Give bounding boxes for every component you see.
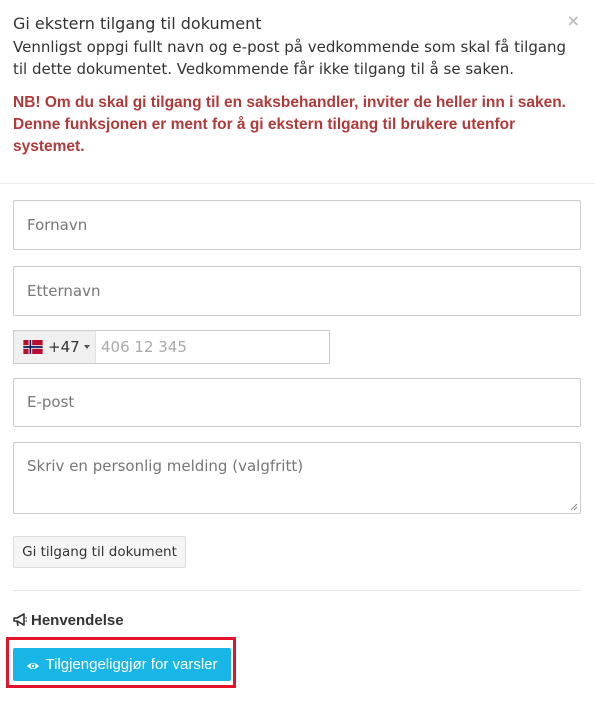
norway-flag-icon — [23, 340, 43, 354]
chevron-down-icon — [84, 345, 90, 349]
phone-placeholder: 406 12 345 — [101, 338, 187, 356]
modal-title: Gi ekstern tilgang til dokument — [13, 14, 262, 33]
email-input[interactable]: E-post — [13, 378, 581, 427]
country-code: +47 — [48, 338, 80, 356]
modal-header: Gi ekstern tilgang til dokument Vennligs… — [13, 13, 568, 158]
grant-access-button[interactable]: Gi tilgang til dokument — [13, 536, 186, 568]
message-textarea[interactable]: Skriv en personlig melding (valgfritt) — [13, 442, 581, 514]
eye-icon — [27, 663, 40, 669]
phone-input[interactable]: +47 406 12 345 — [13, 330, 330, 364]
resize-handle-icon[interactable] — [570, 503, 578, 511]
message-placeholder: Skriv en personlig melding (valgfritt) — [27, 457, 304, 475]
first-name-input[interactable]: Fornavn — [13, 200, 581, 250]
section-heading: Henvendelse — [13, 612, 124, 629]
enable-notifications-label: Tilgjengeliggjør for varsler — [45, 656, 218, 673]
close-icon[interactable]: × — [567, 11, 580, 30]
enable-notifications-button[interactable]: Tilgjengeliggjør for varsler — [13, 648, 231, 681]
country-code-select[interactable]: +47 — [14, 331, 96, 363]
modal-description: Vennligst oppgi fullt navn og e-post på … — [13, 38, 567, 78]
divider — [0, 183, 595, 184]
section-title: Henvendelse — [31, 612, 124, 629]
megaphone-icon — [13, 613, 27, 627]
last-name-input[interactable]: Etternavn — [13, 266, 581, 316]
warning-text: NB! Om du skal gi tilgang til en saksbeh… — [13, 94, 566, 155]
divider — [13, 590, 581, 591]
